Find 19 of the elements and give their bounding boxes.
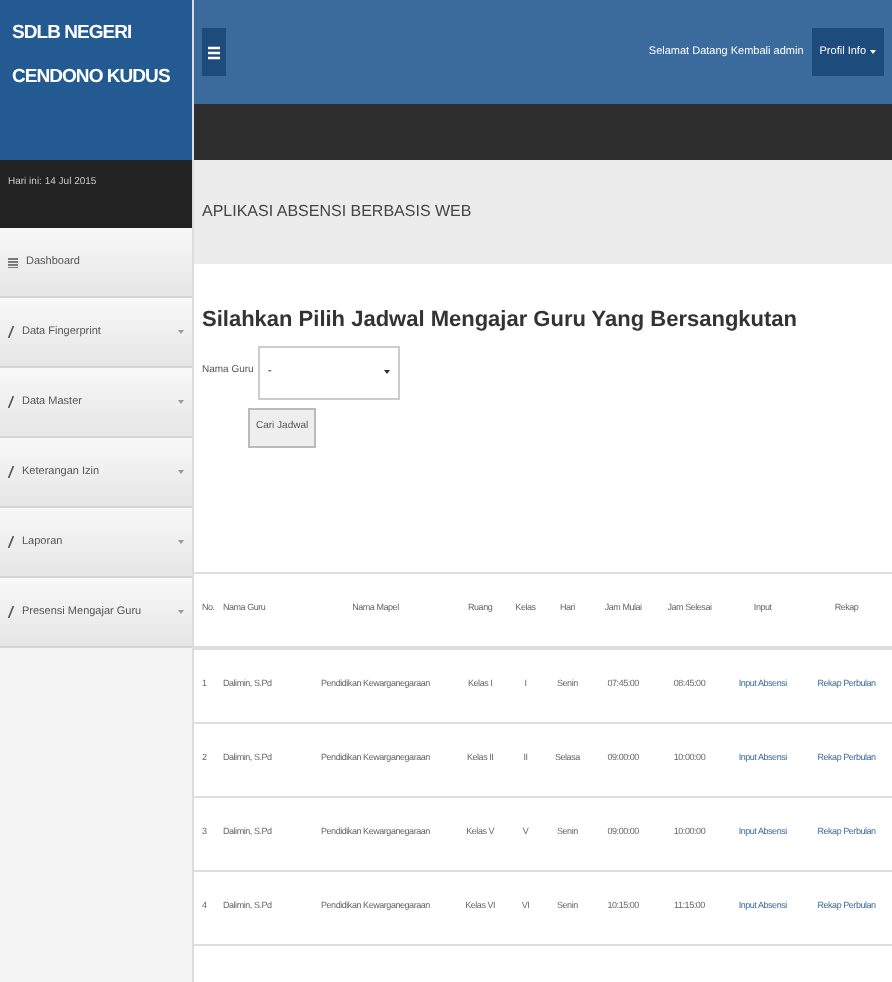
caret-icon	[383, 370, 390, 374]
caret-icon	[178, 610, 184, 614]
pencil-icon	[8, 396, 14, 408]
menu-button[interactable]	[202, 28, 226, 76]
menu-icon	[208, 45, 220, 59]
brand-subtitle: CENDONO KUDUS	[12, 67, 170, 86]
pencil-icon	[8, 606, 14, 618]
pencil-icon	[8, 536, 14, 548]
caret-icon	[178, 470, 184, 474]
caret-icon	[178, 540, 184, 544]
pencil-icon	[8, 466, 14, 478]
pencil-icon	[8, 326, 14, 338]
page-heading: Silahkan Pilih Jadwal Mengajar Guru Yang Bersangkutan	[202, 306, 799, 336]
page-title: APLIKASI ABSENSI BERBASIS WEB	[202, 200, 472, 224]
list-icon	[8, 257, 18, 267]
caret-icon	[870, 50, 876, 54]
brand-title: SDLB NEGERI	[12, 24, 132, 43]
caret-icon	[178, 400, 184, 404]
caret-icon	[178, 330, 184, 334]
